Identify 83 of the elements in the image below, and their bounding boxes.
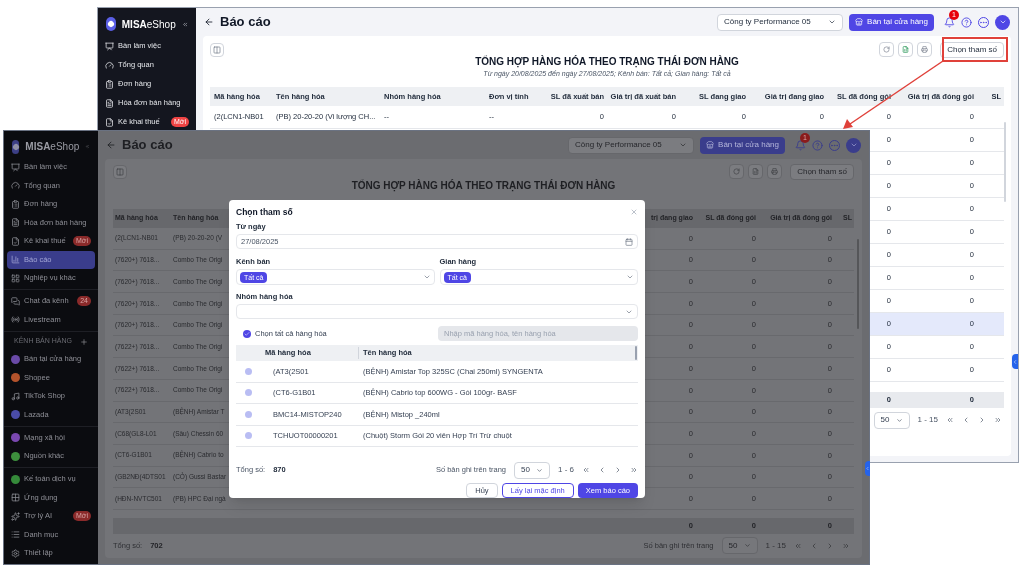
page-title: Báo cáo (220, 13, 271, 32)
report-title: TỔNG HỢP HÀNG HÓA THEO TRẠNG THÁI ĐƠN HÀNG (350, 180, 617, 192)
highlight-frame (942, 37, 1008, 62)
checkbox[interactable] (243, 329, 251, 338)
document-icon (105, 98, 114, 108)
gauge-icon (11, 181, 20, 190)
report-title: TỔNG HỢP HÀNG HÓA THEO TRẠNG THÁI ĐƠN HÀNG (474, 56, 740, 68)
grid-icon (11, 273, 20, 283)
grid-icon (11, 493, 20, 502)
chevron-down-icon (895, 416, 903, 424)
page-range: 1 - 15 (917, 414, 938, 426)
store-icon (855, 18, 864, 26)
chevron-down-icon (849, 141, 858, 149)
first-page-icon[interactable] (794, 541, 802, 550)
clipboard-icon (11, 199, 20, 209)
broadcast-icon (11, 315, 20, 324)
brand-logo: MISAeShop (121, 17, 176, 32)
select-field[interactable] (236, 304, 638, 319)
sparkle-icon (11, 511, 20, 521)
previous-page-icon[interactable] (810, 541, 818, 550)
last-page-icon[interactable] (842, 541, 850, 550)
previous-page-icon[interactable] (598, 466, 606, 474)
page-range: 1 - 6 (558, 464, 574, 476)
document-icon (105, 117, 114, 127)
chevron-down-icon (998, 18, 1007, 26)
chevron-down-icon (536, 466, 543, 474)
scrollbar (635, 346, 637, 360)
calendar-icon (625, 237, 633, 246)
previous-page-icon[interactable] (962, 416, 970, 424)
last-page-icon[interactable] (994, 416, 1002, 424)
select-parameters-button[interactable]: Chọn tham số (790, 163, 854, 180)
chevron-down-icon (828, 18, 837, 26)
first-page-icon[interactable] (946, 416, 954, 424)
company-select[interactable]: Công ty Performance 05 (717, 13, 844, 31)
logo-icon (106, 17, 116, 31)
page-title: Báo cáo (122, 136, 173, 155)
store-button[interactable]: Bán tại cửa hàng (700, 136, 785, 154)
bell-icon[interactable] (944, 16, 955, 28)
page-size-select[interactable]: 50 (873, 411, 910, 429)
close-icon[interactable] (630, 208, 638, 216)
music-note-icon (11, 391, 20, 401)
settings-icon (11, 548, 20, 558)
bar-chart-icon (11, 255, 20, 264)
store-button[interactable]: Bán tại cửa hàng (849, 13, 934, 31)
add-icon[interactable] (80, 337, 88, 346)
dialog-title: Chọn tham số (236, 205, 293, 219)
spreadsheet-icon[interactable] (748, 164, 764, 179)
help-icon[interactable] (961, 16, 972, 28)
clipboard-icon (105, 79, 114, 89)
gauge-icon (105, 60, 114, 70)
refresh-icon[interactable] (729, 164, 745, 179)
logo-icon (12, 139, 20, 154)
store-icon (706, 141, 715, 149)
document-icon (11, 218, 20, 227)
first-page-icon[interactable] (582, 466, 590, 474)
chevron-down-icon (626, 273, 634, 281)
columns-icon[interactable] (113, 164, 127, 179)
bell-icon[interactable] (795, 139, 806, 151)
page-size-select[interactable]: 50 (514, 461, 550, 479)
next-page-icon[interactable] (614, 466, 622, 474)
company-select[interactable]: Công ty Performance 05 (568, 136, 695, 154)
next-page-icon[interactable] (826, 541, 834, 550)
collapse-tab[interactable] (865, 461, 870, 476)
chevron-left-icon (1012, 358, 1018, 365)
desk-icon (105, 41, 114, 51)
next-page-icon[interactable] (978, 416, 986, 424)
back-arrow-icon[interactable] (204, 17, 214, 27)
chevron-down-icon (679, 141, 688, 149)
collapse-tab[interactable] (1012, 354, 1018, 369)
chevron-down-icon (743, 542, 751, 550)
chevron-left-icon (865, 466, 870, 471)
chevron-down-icon (422, 273, 431, 281)
print-icon[interactable] (767, 164, 783, 179)
last-page-icon[interactable] (630, 466, 638, 474)
select-parameters-button[interactable]: Chọn tham số (940, 41, 1004, 58)
chat-icon (11, 296, 20, 306)
document-icon (11, 236, 20, 246)
help-icon[interactable] (812, 139, 823, 151)
avatar[interactable] (995, 14, 1010, 30)
desk-icon (11, 162, 20, 172)
list-icon (11, 530, 20, 539)
page-size-select[interactable]: 50 (721, 537, 758, 555)
brand-logo: MISAeShop (25, 140, 80, 154)
